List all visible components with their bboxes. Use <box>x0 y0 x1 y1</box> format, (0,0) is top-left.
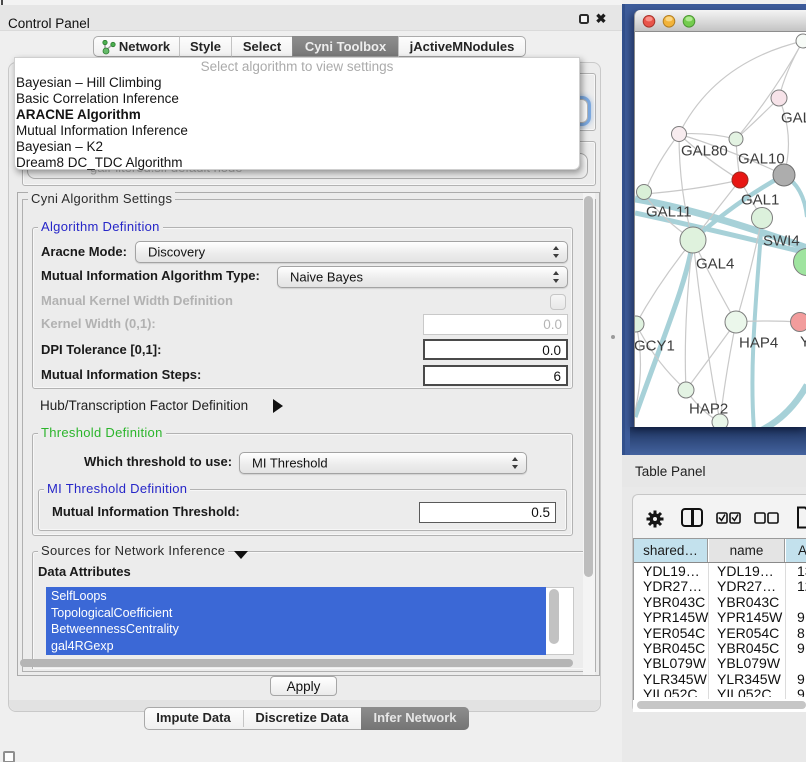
svg-text:GCY1: GCY1 <box>635 338 675 355</box>
svg-text:GAL10: GAL10 <box>738 151 785 168</box>
svg-text:GAL: GAL <box>781 110 806 127</box>
svg-text:GAL11: GAL11 <box>646 204 692 221</box>
svg-text:GAL80: GAL80 <box>681 143 728 160</box>
svg-text:HAP4: HAP4 <box>739 335 778 352</box>
svg-text:Y: Y <box>800 334 806 351</box>
svg-text:GAL4: GAL4 <box>696 256 734 273</box>
svg-text:SWI4: SWI4 <box>763 233 800 250</box>
svg-text:GAL1: GAL1 <box>741 192 779 209</box>
svg-text:HAP2: HAP2 <box>689 401 728 418</box>
